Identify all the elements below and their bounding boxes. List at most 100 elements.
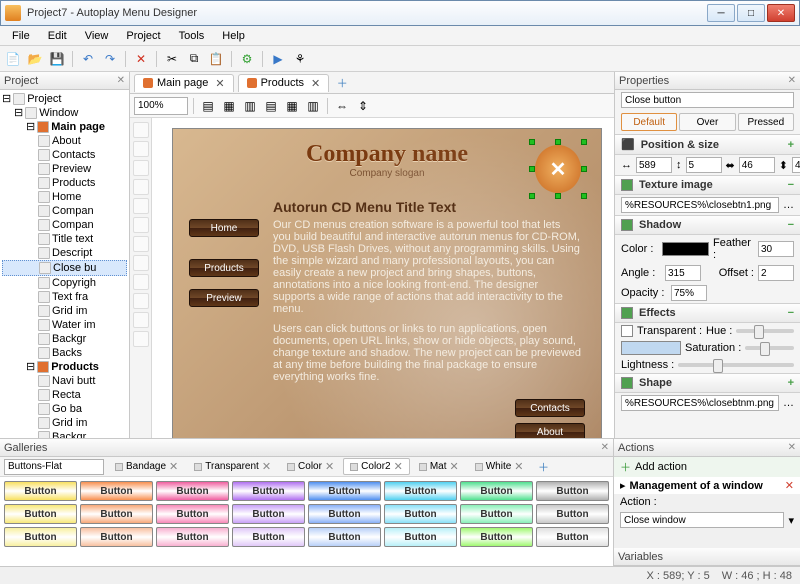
tree-item[interactable]: Home <box>2 190 127 204</box>
contacts-button[interactable]: Contacts <box>515 399 585 417</box>
shape-section[interactable]: Shape+ <box>615 373 800 393</box>
browse-icon[interactable]: … <box>783 397 794 409</box>
menu-help[interactable]: Help <box>214 28 253 44</box>
transparent-checkbox[interactable] <box>621 325 633 337</box>
tree-item[interactable]: Text fra <box>2 290 127 304</box>
palette-button[interactable]: Button <box>232 527 305 547</box>
combo-tool-icon[interactable] <box>133 293 149 309</box>
tree-item[interactable]: Recta <box>2 388 127 402</box>
undo-icon[interactable]: ↶ <box>79 50 97 68</box>
align-center-icon[interactable]: ▦ <box>220 97 238 115</box>
button-tool-icon[interactable] <box>133 255 149 271</box>
palette-button[interactable]: Button <box>156 527 229 547</box>
align-top-icon[interactable]: ▤ <box>262 97 280 115</box>
palette-button[interactable]: Button <box>4 504 77 524</box>
tree-item[interactable]: Copyrigh <box>2 276 127 290</box>
effect-color-swatch[interactable] <box>621 341 681 355</box>
align-right-icon[interactable]: ▥ <box>241 97 259 115</box>
ellipse-tool-icon[interactable] <box>133 160 149 176</box>
align-left-icon[interactable]: ▤ <box>199 97 217 115</box>
gallery-tab[interactable]: Color ✕ <box>280 458 341 475</box>
redo-icon[interactable]: ↷ <box>101 50 119 68</box>
browse-icon[interactable]: … <box>783 199 794 211</box>
palette-button[interactable]: Button <box>536 527 609 547</box>
play-icon[interactable]: ▶ <box>269 50 287 68</box>
tree-item[interactable]: Grid im <box>2 416 127 430</box>
polygon-tool-icon[interactable] <box>133 179 149 195</box>
remove-action-icon[interactable]: ✕ <box>785 479 794 492</box>
tree-item[interactable]: Backgr <box>2 430 127 438</box>
palette-button[interactable]: Button <box>384 481 457 501</box>
title-text[interactable]: Autorun CD Menu Title Text <box>273 199 456 215</box>
palette-button[interactable]: Button <box>536 504 609 524</box>
palette-button[interactable]: Button <box>80 481 153 501</box>
palette-button[interactable]: Button <box>4 527 77 547</box>
dist-v-icon[interactable]: ⇕ <box>354 97 372 115</box>
design-canvas[interactable]: Company name Company slogan ✕ Autorun CD… <box>152 118 614 438</box>
save-icon[interactable]: 💾 <box>48 50 66 68</box>
settings-icon[interactable]: ⚘ <box>291 50 309 68</box>
opacity-input[interactable] <box>671 285 707 301</box>
maximize-button[interactable]: □ <box>737 4 765 22</box>
feather-input[interactable] <box>758 241 794 257</box>
palette-button[interactable]: Button <box>460 527 533 547</box>
w-input[interactable] <box>739 157 775 173</box>
color-swatch[interactable] <box>662 242 709 256</box>
tree-item[interactable]: Products <box>2 176 127 190</box>
close-button[interactable]: ✕ <box>767 4 795 22</box>
tree-item[interactable]: Backgr <box>2 332 127 346</box>
x-input[interactable] <box>636 157 672 173</box>
palette-button[interactable]: Button <box>156 504 229 524</box>
tree-item[interactable]: About <box>2 134 127 148</box>
paste-icon[interactable]: 📋 <box>207 50 225 68</box>
palette-button[interactable]: Button <box>308 481 381 501</box>
copy-icon[interactable]: ⧉ <box>185 50 203 68</box>
palette-button[interactable]: Button <box>536 481 609 501</box>
pointer-tool-icon[interactable] <box>133 122 149 138</box>
tree-item[interactable]: Water im <box>2 318 127 332</box>
hue-slider[interactable] <box>736 329 794 333</box>
tree-item[interactable]: Contacts <box>2 148 127 162</box>
tree-item[interactable]: Title text <box>2 232 127 246</box>
palette-button[interactable]: Button <box>460 481 533 501</box>
build-icon[interactable]: ⚙ <box>238 50 256 68</box>
palette-button[interactable]: Button <box>232 481 305 501</box>
gallery-tab[interactable]: Color2 ✕ <box>343 458 410 475</box>
panel-close-icon[interactable]: ✕ <box>788 442 796 453</box>
list-tool-icon[interactable] <box>133 312 149 328</box>
h-input[interactable] <box>792 157 800 173</box>
zoom-select[interactable] <box>134 97 188 115</box>
menu-tools[interactable]: Tools <box>171 28 213 44</box>
panel-close-icon[interactable]: ✕ <box>117 75 125 86</box>
minimize-button[interactable]: ─ <box>707 4 735 22</box>
cut-icon[interactable]: ✂ <box>163 50 181 68</box>
action-group[interactable]: Management of a window <box>630 480 763 492</box>
align-bottom-icon[interactable]: ▥ <box>304 97 322 115</box>
gallery-tab[interactable]: White ✕ <box>468 458 531 475</box>
add-tab-button[interactable]: ＋ <box>333 75 351 91</box>
panel-close-icon[interactable]: ✕ <box>601 442 609 453</box>
tree-item[interactable]: Go ba <box>2 402 127 416</box>
palette-button[interactable]: Button <box>4 481 77 501</box>
tree-item[interactable]: Descript <box>2 246 127 260</box>
menu-view[interactable]: View <box>77 28 117 44</box>
project-tree[interactable]: ⊟Project ⊟Window ⊟Main page AboutContact… <box>0 90 129 438</box>
add-action-button[interactable]: Add action <box>635 461 687 473</box>
tab-products[interactable]: Products✕ <box>238 74 330 92</box>
offset-input[interactable] <box>758 265 794 281</box>
shape-path-input[interactable] <box>621 395 779 411</box>
effects-section[interactable]: Effects− <box>615 303 800 323</box>
home-button[interactable]: Home <box>189 219 259 237</box>
new-icon[interactable]: 📄 <box>4 50 22 68</box>
page-design[interactable]: Company name Company slogan ✕ Autorun CD… <box>172 128 602 438</box>
tree-item[interactable]: Backs <box>2 346 127 360</box>
menu-edit[interactable]: Edit <box>40 28 75 44</box>
align-middle-icon[interactable]: ▦ <box>283 97 301 115</box>
misc-tool-icon[interactable] <box>133 331 149 347</box>
gallery-tab[interactable]: Bandage ✕ <box>108 458 185 475</box>
position-size-section[interactable]: ⬛ Position & size+ <box>615 134 800 155</box>
tab-main-page[interactable]: Main page✕ <box>134 74 234 92</box>
tree-item[interactable]: Compan <box>2 204 127 218</box>
palette-button[interactable]: Button <box>308 504 381 524</box>
palette-button[interactable]: Button <box>384 504 457 524</box>
